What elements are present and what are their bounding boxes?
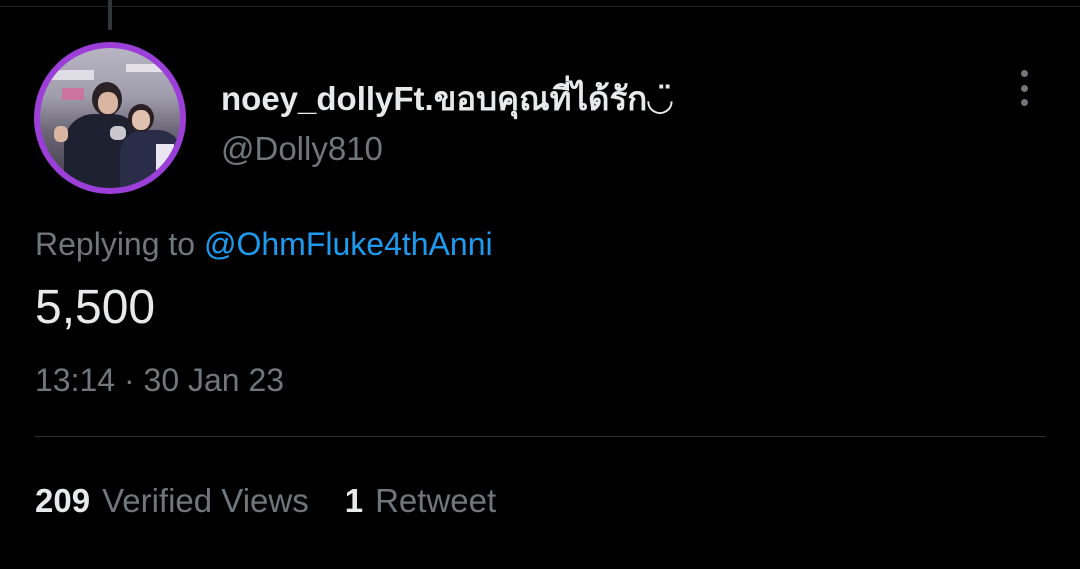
tweet-text: 5,500 (35, 281, 156, 334)
retweet-label: Retweet (375, 482, 497, 519)
tweet-date: 30 Jan 23 (143, 362, 285, 398)
tweet-stats: 209 Verified Views 1 Retweet (35, 482, 496, 520)
author-handle[interactable]: @Dolly810 (221, 130, 383, 168)
author-display-name[interactable]: noey_dollyFt.ขอบคุณที่ได้รัก◡̈ (221, 72, 673, 125)
thread-connector-line (108, 0, 112, 30)
tweet-timestamp[interactable]: 13:14 · 30 Jan 23 (35, 362, 284, 399)
top-divider (0, 6, 1080, 7)
replying-to-line: Replying to @OhmFluke4thAnni (35, 226, 493, 263)
avatar[interactable] (34, 42, 186, 194)
avatar-photo (40, 48, 180, 188)
views-stat[interactable]: 209 Verified Views (35, 482, 309, 520)
tweet-time: 13:14 (35, 362, 116, 398)
retweet-count: 1 (344, 482, 364, 519)
stats-divider (35, 436, 1046, 437)
more-vertical-icon[interactable] (1010, 68, 1038, 108)
views-label: Verified Views (102, 482, 309, 519)
views-count: 209 (35, 482, 91, 519)
retweets-stat[interactable]: 1 Retweet (345, 482, 496, 520)
timestamp-separator: · (123, 362, 135, 398)
replying-to-label: Replying to (35, 226, 196, 262)
replying-to-mention-link[interactable]: @OhmFluke4thAnni (204, 226, 493, 262)
